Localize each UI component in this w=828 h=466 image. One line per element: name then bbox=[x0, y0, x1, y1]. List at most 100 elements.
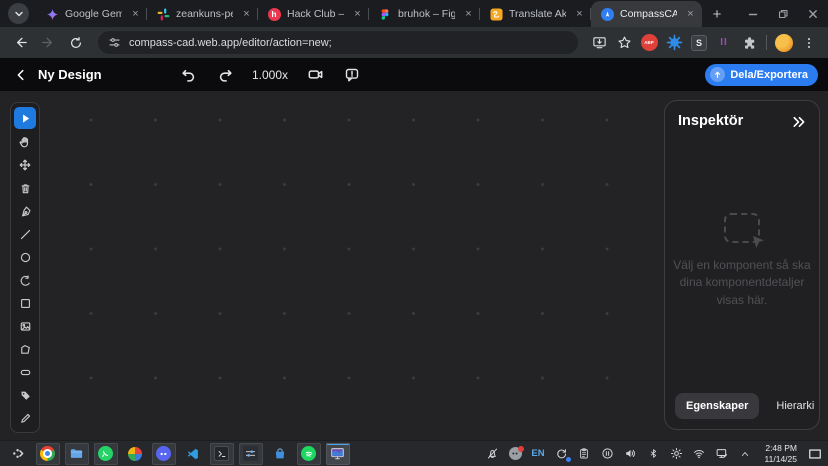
upload-icon bbox=[710, 67, 725, 82]
select-component-icon bbox=[724, 213, 760, 243]
taskbar-settings-sliders[interactable] bbox=[239, 443, 263, 465]
idm-extension-icon[interactable] bbox=[663, 32, 685, 54]
tool-image[interactable] bbox=[14, 316, 36, 336]
wifi-icon[interactable] bbox=[690, 444, 709, 464]
browser-toolbar: compass-cad.web.app/editor/action=new; A… bbox=[0, 27, 828, 58]
tab-close-button[interactable]: × bbox=[128, 7, 143, 22]
show-desktop-button[interactable] bbox=[805, 444, 824, 464]
tab-close-button[interactable]: × bbox=[350, 7, 365, 22]
tab-title: Translate Aksara J bbox=[509, 8, 566, 20]
tab-compasscad[interactable]: CompassCAD × bbox=[591, 1, 702, 27]
reload-button[interactable] bbox=[64, 31, 88, 55]
minimize-button[interactable] bbox=[738, 2, 768, 26]
taskbar-compasscad-window[interactable] bbox=[326, 443, 350, 465]
tab-translate-aksara[interactable]: Translate Aksara J × bbox=[480, 1, 591, 27]
figma-icon bbox=[378, 7, 392, 21]
tool-line[interactable] bbox=[14, 224, 36, 244]
window-controls bbox=[738, 2, 828, 26]
volume-icon[interactable] bbox=[621, 444, 640, 464]
tool-select[interactable] bbox=[14, 107, 36, 129]
share-export-button[interactable]: Dela/Exportera bbox=[705, 64, 818, 86]
media-pause-icon[interactable] bbox=[598, 444, 617, 464]
taskbar-file-manager[interactable] bbox=[65, 443, 89, 465]
tool-circle[interactable] bbox=[14, 247, 36, 267]
tool-hand[interactable] bbox=[14, 132, 36, 152]
tab-close-button[interactable]: × bbox=[572, 7, 587, 22]
slack-icon bbox=[156, 7, 170, 21]
adblock-extension-icon[interactable]: ABP bbox=[638, 32, 660, 54]
display-edit-icon[interactable] bbox=[713, 444, 732, 464]
roman-ii-extension-icon[interactable]: II bbox=[713, 32, 735, 54]
tool-pen[interactable] bbox=[14, 201, 36, 221]
clipboard-icon[interactable] bbox=[575, 444, 594, 464]
undo-button[interactable] bbox=[178, 65, 198, 85]
tab-hierarchy[interactable]: Hierarki bbox=[765, 393, 825, 419]
tab-hack-club[interactable]: h Hack Club – Ship × bbox=[258, 1, 369, 27]
taskbar-terminal[interactable] bbox=[210, 443, 234, 465]
inspector-panel: Inspektör Välj en komponent så ska dina … bbox=[664, 100, 820, 430]
site-settings-icon[interactable] bbox=[108, 36, 121, 49]
start-button[interactable] bbox=[7, 443, 31, 465]
close-window-button[interactable] bbox=[798, 2, 828, 26]
profile-avatar[interactable] bbox=[773, 32, 795, 54]
tab-title: Google Gemini bbox=[65, 8, 122, 20]
gemini-icon bbox=[45, 7, 59, 21]
stylus-extension-icon[interactable]: S bbox=[688, 32, 710, 54]
taskbar: EN 2:48 PM 11/14/25 bbox=[0, 440, 828, 466]
taskbar-spotify[interactable] bbox=[297, 443, 321, 465]
taskbar-discord[interactable] bbox=[152, 443, 176, 465]
compasscad-icon bbox=[600, 7, 614, 21]
taskbar-whatsapp[interactable] bbox=[94, 443, 118, 465]
inspector-empty-state: Välj en komponent så ska dina komponentd… bbox=[675, 129, 809, 393]
editor-header: Ny Design 1.000x Dela/Exportera bbox=[0, 58, 828, 91]
back-nav-button[interactable] bbox=[8, 31, 32, 55]
new-tab-button[interactable]: + bbox=[705, 2, 729, 26]
collapse-panel-icon[interactable] bbox=[791, 114, 806, 129]
tab-close-button[interactable]: × bbox=[461, 7, 476, 22]
forward-nav-button[interactable] bbox=[36, 31, 60, 55]
tool-pill[interactable] bbox=[14, 362, 36, 382]
bluetooth-icon[interactable] bbox=[644, 444, 663, 464]
sync-icon[interactable] bbox=[552, 444, 571, 464]
tab-figma[interactable]: bruhok – Figma × bbox=[369, 1, 480, 27]
restore-button[interactable] bbox=[768, 2, 798, 26]
editor-back-button[interactable] bbox=[10, 64, 32, 86]
translate-aksara-icon bbox=[489, 7, 503, 21]
tab-slack[interactable]: zeankuns-persona × bbox=[147, 1, 258, 27]
tool-pencil[interactable] bbox=[14, 408, 36, 428]
tab-google-gemini[interactable]: Google Gemini × bbox=[36, 1, 147, 27]
browser-menu-kebab-icon[interactable] bbox=[798, 32, 820, 54]
tab-close-button[interactable]: × bbox=[239, 7, 254, 22]
tool-delete[interactable] bbox=[14, 178, 36, 198]
tool-polygon[interactable] bbox=[14, 339, 36, 359]
tab-search-button[interactable] bbox=[8, 3, 29, 24]
taskbar-clock[interactable]: 2:48 PM 11/14/25 bbox=[765, 443, 797, 463]
tool-rectangle[interactable] bbox=[14, 293, 36, 313]
tool-label[interactable] bbox=[14, 385, 36, 405]
camera-icon[interactable] bbox=[305, 65, 325, 85]
tab-properties[interactable]: Egenskaper bbox=[675, 393, 759, 419]
chevron-down-icon bbox=[14, 9, 24, 19]
address-bar[interactable]: compass-cad.web.app/editor/action=new; bbox=[98, 31, 578, 54]
taskbar-pinwheel-app[interactable] bbox=[123, 443, 147, 465]
bookmark-star-icon[interactable] bbox=[613, 32, 635, 54]
brightness-icon[interactable] bbox=[667, 444, 686, 464]
feedback-icon[interactable] bbox=[342, 65, 362, 85]
taskbar-chrome[interactable] bbox=[36, 443, 60, 465]
discord-tray-icon[interactable] bbox=[506, 444, 525, 464]
tool-arc[interactable] bbox=[14, 270, 36, 290]
notifications-muted-icon[interactable] bbox=[483, 444, 502, 464]
tool-palette bbox=[10, 102, 40, 433]
zoom-level[interactable]: 1.000x bbox=[252, 68, 288, 82]
taskbar-vscode[interactable] bbox=[181, 443, 205, 465]
language-indicator[interactable]: EN bbox=[529, 444, 548, 464]
tray-expand-chevron-icon[interactable] bbox=[736, 444, 755, 464]
taskbar-store[interactable] bbox=[268, 443, 292, 465]
clock-date: 11/14/25 bbox=[765, 454, 797, 464]
redo-button[interactable] bbox=[215, 65, 235, 85]
tool-move[interactable] bbox=[14, 155, 36, 175]
install-app-icon[interactable] bbox=[588, 32, 610, 54]
tab-close-button[interactable]: × bbox=[683, 7, 698, 22]
url-text[interactable]: compass-cad.web.app/editor/action=new; bbox=[129, 37, 332, 49]
extensions-puzzle-icon[interactable] bbox=[738, 32, 760, 54]
